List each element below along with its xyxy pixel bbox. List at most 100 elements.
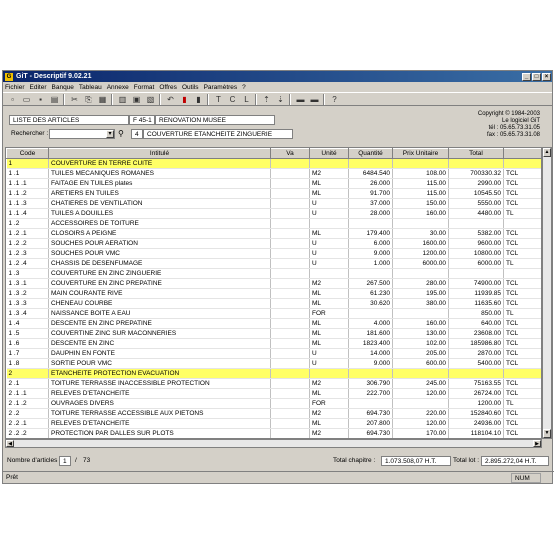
cell-unit-price[interactable]: 120.00 (392, 418, 449, 429)
cell-total[interactable]: 640.00 (448, 318, 504, 329)
cell-total[interactable]: 5382.00 (448, 228, 504, 239)
menu-tableau[interactable]: Tableau (79, 84, 102, 91)
table-row[interactable]: 1 .1 .4 TUILES A DOUILLES U 28.000 160.00 448… (6, 208, 541, 219)
cell-label[interactable]: CHATIERES DE VENTILATION (48, 198, 271, 209)
cell-quantity[interactable] (348, 368, 393, 379)
cell-unit[interactable]: M2 (309, 278, 349, 289)
table-row[interactable]: 1 .8 SORTIE POUR VMC U 9.000 600.00 5400.00 TC… (6, 358, 541, 369)
cell-va[interactable] (270, 428, 310, 438)
cell-label[interactable]: ETANCHEITE PROTECTION EVACUATION (48, 368, 271, 379)
cell-unit[interactable]: FOR (309, 308, 349, 319)
menu-format[interactable]: Format (134, 84, 155, 91)
cell-label[interactable]: PROTECTION PAR DALLES SUR PLOTS (48, 428, 271, 438)
flag-red-icon[interactable]: ▮ (179, 94, 190, 105)
cell-quantity[interactable] (348, 398, 393, 409)
cell-code[interactable]: 1 .3 .3 (6, 298, 49, 309)
cell-quantity[interactable]: 181.600 (348, 328, 393, 339)
text-T-icon[interactable]: T (213, 94, 224, 105)
cell-quantity[interactable]: 91.700 (348, 188, 393, 199)
cell-unit-price[interactable] (392, 268, 449, 279)
cell-type[interactable]: TCL (503, 338, 541, 349)
print-preview-icon[interactable]: ▤ (49, 94, 60, 105)
cell-va[interactable] (270, 368, 310, 379)
cell-total[interactable] (448, 218, 504, 229)
menu-fichier[interactable]: Fichier (5, 84, 25, 91)
cell-unit[interactable]: ML (309, 328, 349, 339)
cell-quantity[interactable]: 694.730 (348, 428, 393, 438)
cell-type[interactable] (503, 218, 541, 229)
cell-unit-price[interactable]: 380.00 (392, 298, 449, 309)
cell-unit[interactable]: U (309, 238, 349, 249)
cell-label[interactable]: SOUCHES POUR VMC (48, 248, 271, 259)
table-row[interactable]: 1 .2 .3 SOUCHES POUR VMC U 9.000 1200.00 1080… (6, 248, 541, 259)
cell-quantity[interactable]: 1823.400 (348, 338, 393, 349)
cell-va[interactable] (270, 168, 310, 179)
cell-type[interactable]: TCL (503, 238, 541, 249)
cell-unit-price[interactable]: 195.00 (392, 288, 449, 299)
cell-code[interactable]: 1 .2 .2 (6, 238, 49, 249)
cell-quantity[interactable]: 30.620 (348, 298, 393, 309)
cell-code[interactable]: 2 .2 .2 (6, 428, 49, 438)
cell-type[interactable]: TCL (503, 248, 541, 259)
table-row[interactable]: 1 .1 .2 ARETIERS EN TUILES ML 91.700 115.00 1… (6, 188, 541, 199)
cell-type[interactable]: TCL (503, 178, 541, 189)
cell-code[interactable]: 2 .2 (6, 408, 49, 419)
cell-va[interactable] (270, 328, 310, 339)
cell-total[interactable]: 10545.50 (448, 188, 504, 199)
cell-code[interactable]: 1 .3 .1 (6, 278, 49, 289)
cell-unit[interactable]: ML (309, 388, 349, 399)
cell-unit-price[interactable]: 1200.00 (392, 248, 449, 259)
cell-label[interactable]: DAUPHIN EN FONTE (48, 348, 271, 359)
cell-code[interactable]: 1 .2 .4 (6, 258, 49, 269)
cell-label[interactable]: FAITAGE EN TUILES plates (48, 178, 271, 189)
cell-total[interactable]: 5400.00 (448, 358, 504, 369)
cell-type[interactable] (503, 268, 541, 279)
cell-code[interactable]: 1 .2 .3 (6, 248, 49, 259)
cell-unit[interactable]: ML (309, 228, 349, 239)
cell-quantity[interactable]: 6484.540 (348, 168, 393, 179)
column-header[interactable]: Unité (309, 148, 349, 159)
cell-unit-price[interactable]: 160.00 (392, 318, 449, 329)
cell-quantity[interactable]: 4.000 (348, 318, 393, 329)
table-row[interactable]: 1 .3 COUVERTURE EN ZINC ZINGUERIE (6, 268, 541, 279)
cell-quantity[interactable]: 9.000 (348, 248, 393, 259)
column-header[interactable]: Prix Unitaire (392, 148, 449, 159)
cell-unit-price[interactable]: 245.00 (392, 378, 449, 389)
table-row[interactable]: 1 .1 .1 FAITAGE EN TUILES plates ML 26.000 1… (6, 178, 541, 189)
table-row[interactable]: 2 .1 .2 OUVRAGES DIVERS FOR 1200.00 TL (6, 398, 541, 409)
cell-code[interactable]: 1 .4 (6, 318, 49, 329)
text-C-icon[interactable]: C (227, 94, 238, 105)
cell-quantity[interactable]: 267.500 (348, 278, 393, 289)
table-row[interactable]: 1 .2 ACCESSOIRES DE TOITURE (6, 218, 541, 229)
cell-label[interactable]: NAISSANCE BOITE A EAU (48, 308, 271, 319)
cell-type[interactable]: TL (503, 308, 541, 319)
cell-type[interactable]: TCL (503, 428, 541, 438)
cell-label[interactable]: TUILES MECANIQUES ROMANES (48, 168, 271, 179)
cell-label[interactable]: DESCENTE EN ZINC PREPATINE (48, 318, 271, 329)
cell-total[interactable]: 23608.00 (448, 328, 504, 339)
menu-editer[interactable]: Editer (30, 84, 47, 91)
cell-quantity[interactable]: 306.790 (348, 378, 393, 389)
horizontal-scrollbar[interactable]: ◀ ▶ (5, 439, 542, 448)
cell-code[interactable]: 2 (6, 368, 49, 379)
cell-label[interactable]: COUVERTURE EN ZINC PREPATINE (48, 278, 271, 289)
cell-label[interactable]: RELEVES D'ETANCHEITE (48, 418, 271, 429)
cell-quantity[interactable]: 61.230 (348, 288, 393, 299)
cell-va[interactable] (270, 208, 310, 219)
cell-label[interactable]: SOUCHES POUR AERATION (48, 238, 271, 249)
column-header[interactable]: Intitulé (48, 148, 271, 159)
cell-code[interactable]: 1 .6 (6, 338, 49, 349)
help-icon[interactable]: ? (329, 94, 340, 105)
cell-unit-price[interactable]: 108.00 (392, 168, 449, 179)
cell-code[interactable]: 1 .3 .4 (6, 308, 49, 319)
cell-unit-price[interactable] (392, 158, 449, 169)
table-row[interactable]: 2 .2 .1 RELEVES D'ETANCHEITE ML 207.800 120.… (6, 418, 541, 429)
cell-total[interactable] (448, 268, 504, 279)
cell-type[interactable]: TL (503, 398, 541, 409)
cell-type[interactable]: TCL (503, 288, 541, 299)
cell-total[interactable]: 75163.55 (448, 378, 504, 389)
cell-unit[interactable] (309, 158, 349, 169)
cell-unit[interactable]: M2 (309, 408, 349, 419)
cell-quantity[interactable]: 6.000 (348, 238, 393, 249)
table-row[interactable]: 2 .1 .1 RELEVES D'ETANCHEITE ML 222.700 120.… (6, 388, 541, 399)
